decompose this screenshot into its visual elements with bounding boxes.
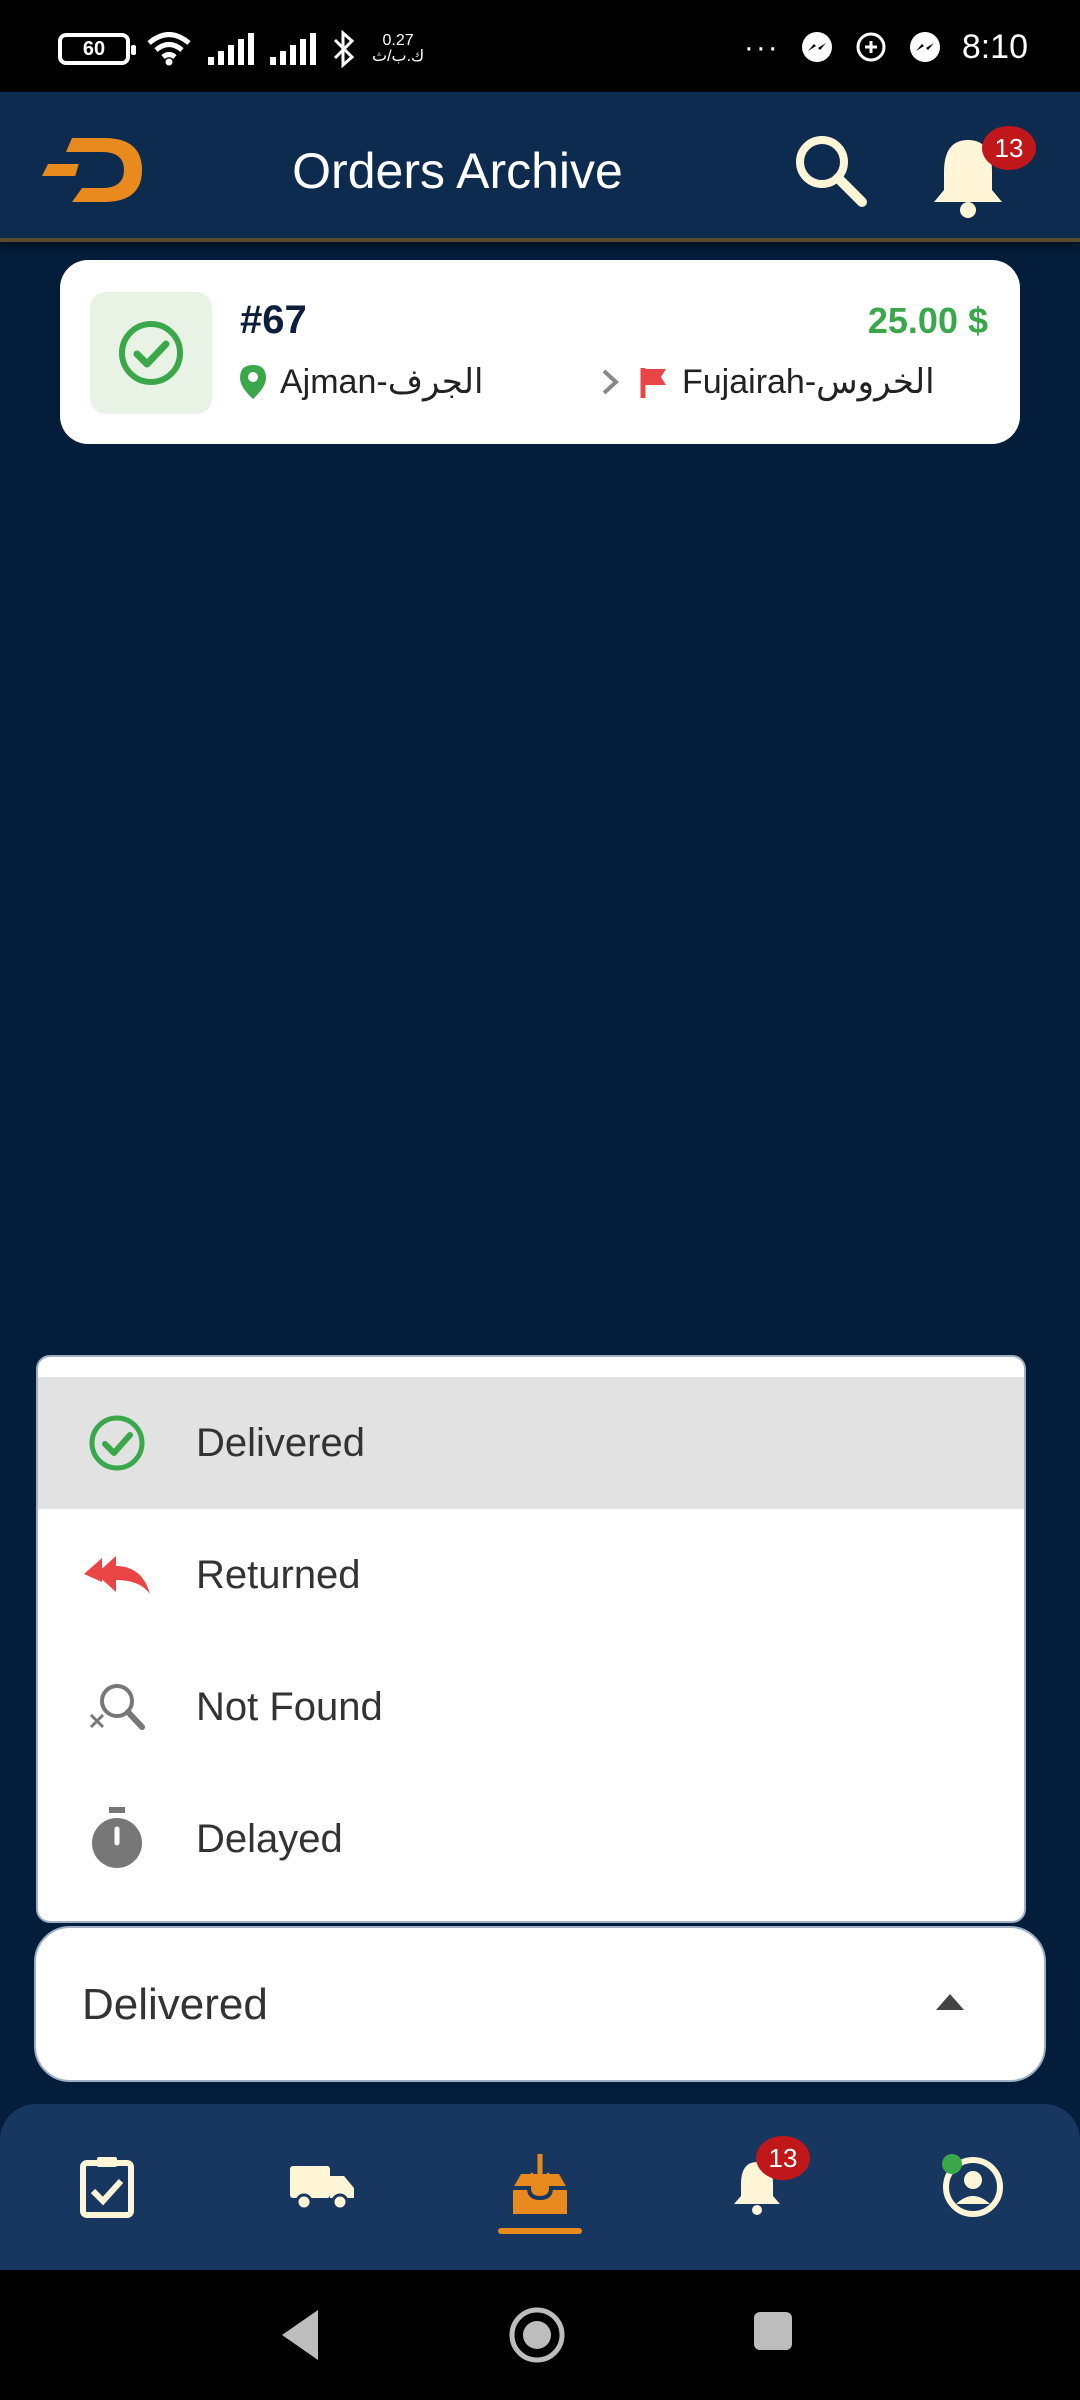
status-select-value: Delivered: [82, 1980, 268, 2029]
status-dropdown-menu: Delivered Returned Not Found Delayed: [36, 1355, 1026, 1923]
nav-archive[interactable]: [495, 2142, 585, 2232]
back-icon[interactable]: [276, 2306, 322, 2364]
reply-all-icon: [82, 1540, 152, 1610]
signal-icon: [208, 33, 254, 65]
bottom-nav: 13: [0, 2104, 1080, 2270]
net-speed-unit: ك.ب/ث: [372, 48, 425, 65]
page-title: Orders Archive: [292, 143, 623, 199]
check-circle-icon: [82, 1408, 152, 1478]
order-card[interactable]: #67 25.00 $ Ajman-الجرف Fujairah-الخروس: [60, 260, 1020, 444]
nav-notifications[interactable]: 13: [712, 2136, 810, 2232]
order-id: #67: [240, 298, 307, 342]
app-bar: Orders Archive 13: [0, 92, 1080, 242]
chevron-right-icon: [602, 369, 619, 395]
menu-item-delayed[interactable]: Delayed: [38, 1773, 1024, 1905]
caret-up-icon: [936, 1994, 964, 2010]
menu-item-label: Delivered: [196, 1420, 365, 1465]
status-left: 60 0.27 ك.ب/ث: [58, 30, 424, 68]
order-route: Ajman-الجرف Fujairah-الخروس: [240, 362, 935, 402]
battery-icon: 60: [58, 33, 136, 65]
battery-level: 60: [82, 37, 106, 60]
profile-icon: [942, 2154, 1003, 2217]
route-from: Ajman-الجرف: [240, 362, 590, 402]
messenger-icon: [801, 31, 832, 62]
home-icon[interactable]: [508, 2306, 566, 2364]
archive-download-icon: [513, 2154, 567, 2214]
menu-item-returned[interactable]: Returned: [38, 1509, 1024, 1641]
menu-item-label: Returned: [196, 1552, 361, 1597]
status-select[interactable]: Delivered: [34, 1926, 1046, 2082]
wifi-icon: [147, 32, 191, 66]
clock: 8:10: [961, 28, 1028, 66]
messenger-icon-2: [909, 31, 940, 62]
nav-deliveries[interactable]: [278, 2142, 368, 2232]
more-notifications-icon: ···: [743, 30, 780, 64]
menu-item-not-found[interactable]: Not Found: [38, 1641, 1024, 1773]
status-right: ··· 8:10: [744, 28, 1028, 67]
nav-active-indicator: [498, 2228, 582, 2234]
search-icon[interactable]: [790, 130, 870, 210]
order-status-box: [90, 292, 212, 414]
nav-profile[interactable]: [928, 2142, 1018, 2232]
nav-tasks[interactable]: [62, 2142, 152, 2232]
nav-notification-badge: 13: [756, 2136, 810, 2180]
menu-item-label: Not Found: [196, 1684, 383, 1729]
bluetooth-icon: [333, 30, 355, 68]
clipboard-check-icon: [80, 2157, 134, 2218]
route-to-label: Fujairah-الخروس: [682, 363, 935, 401]
check-circle-icon: [119, 321, 183, 385]
timer-icon: [82, 1804, 152, 1874]
order-price: 25.00 $: [867, 300, 988, 341]
chat-icon: [856, 32, 886, 61]
system-nav-bar: [0, 2270, 1080, 2400]
notifications-button[interactable]: 13: [930, 126, 1036, 218]
location-pin-icon: [240, 365, 266, 399]
notification-badge: 13: [982, 126, 1036, 170]
search-off-icon: [82, 1672, 152, 1742]
route-to: Fujairah-الخروس: [640, 362, 935, 402]
net-speed-value: 0.27: [382, 32, 414, 49]
net-speed: 0.27 ك.ب/ث: [372, 33, 424, 65]
signal-icon-2: [270, 33, 316, 65]
route-from-label: Ajman-الجرف: [280, 363, 484, 401]
menu-item-delivered[interactable]: Delivered: [38, 1377, 1024, 1509]
status-bar: 60 0.27 ك.ب/ث ··· 8:10: [0, 0, 1080, 92]
truck-icon: [290, 2166, 354, 2211]
menu-item-label: Delayed: [196, 1816, 343, 1861]
recents-icon[interactable]: [752, 2310, 794, 2352]
flag-icon: [640, 368, 666, 398]
